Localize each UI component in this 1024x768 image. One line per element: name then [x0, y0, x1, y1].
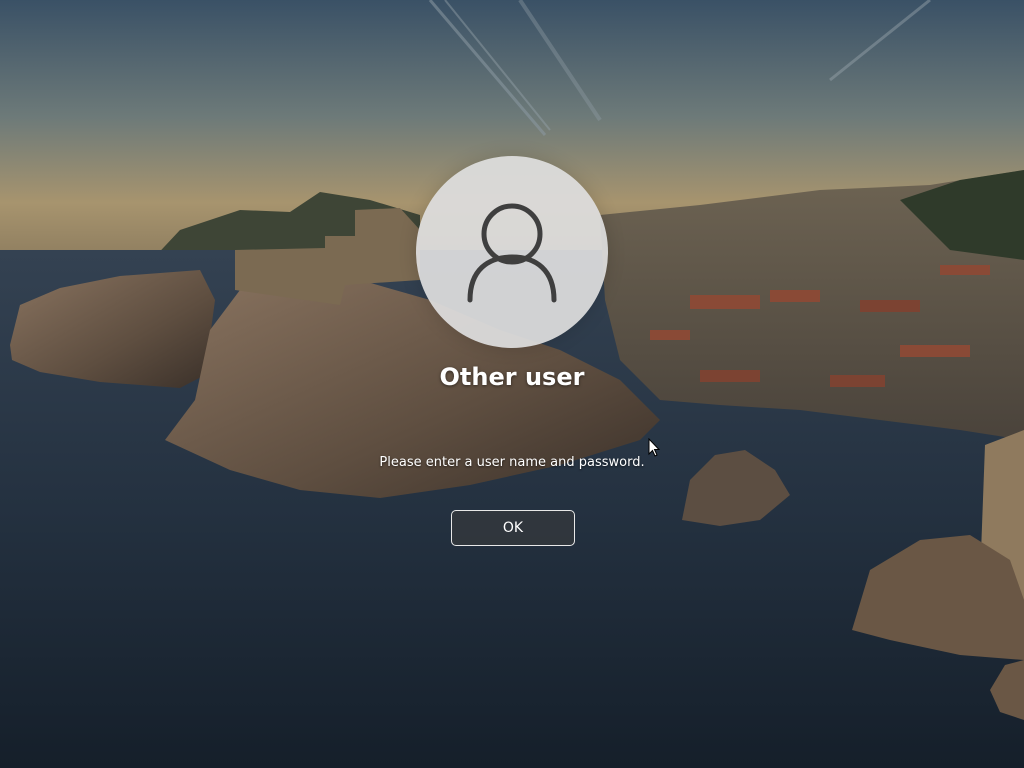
mouse-pointer-icon	[648, 438, 660, 457]
user-avatar	[416, 156, 608, 348]
login-message: Please enter a user name and password.	[379, 455, 645, 470]
user-name-label: Other user	[439, 363, 585, 391]
login-panel: Other user Please enter a user name and …	[0, 0, 1024, 768]
ok-button[interactable]: OK	[451, 510, 575, 546]
lock-screen: Other user Please enter a user name and …	[0, 0, 1024, 768]
person-icon	[467, 203, 557, 303]
